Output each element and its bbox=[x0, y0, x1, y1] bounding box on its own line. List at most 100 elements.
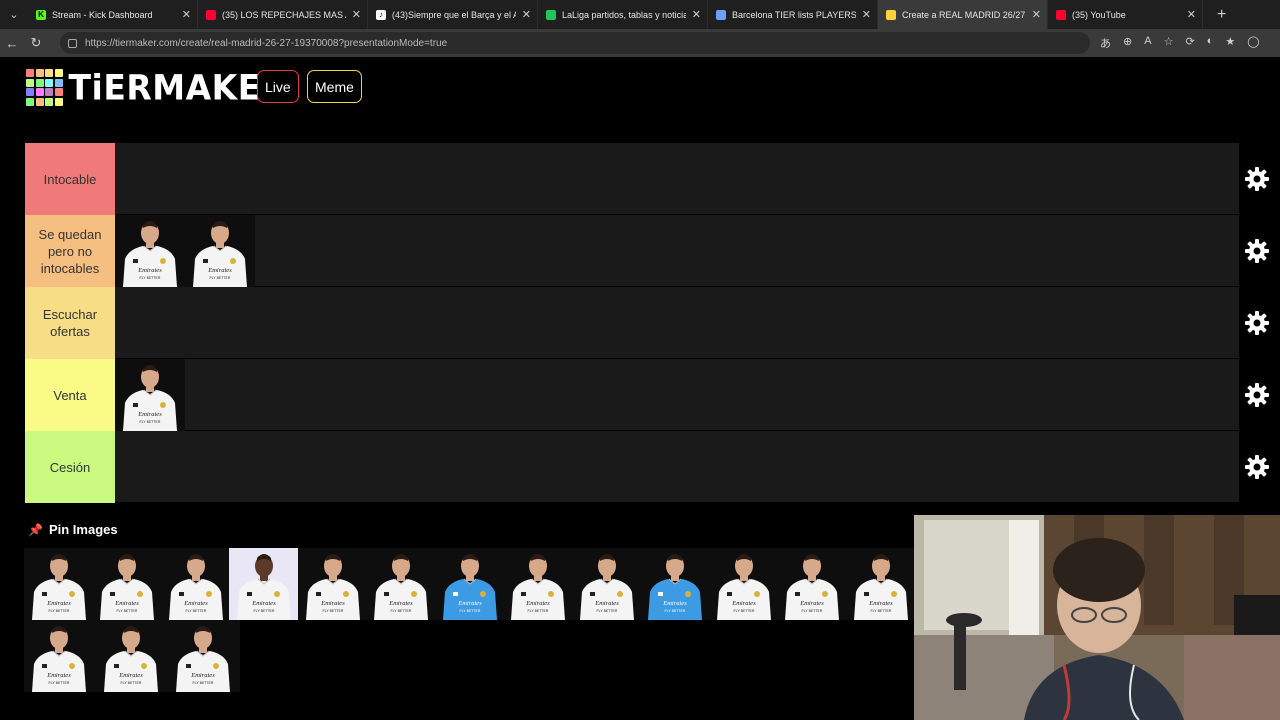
tier-row: Venta Emirates FLY BETTER bbox=[25, 359, 1239, 431]
close-tab-icon[interactable]: ✕ bbox=[182, 8, 191, 21]
close-tab-icon[interactable]: ✕ bbox=[352, 8, 361, 21]
tier-label[interactable]: Se quedan pero no intocables bbox=[25, 215, 115, 287]
close-tab-icon[interactable]: ✕ bbox=[1032, 8, 1041, 21]
browser-tab[interactable]: (35) YouTube ✕ bbox=[1048, 0, 1203, 29]
tier-settings-gear-icon[interactable] bbox=[1244, 166, 1270, 192]
tier-label[interactable]: Intocable bbox=[25, 143, 115, 215]
back-arrow-icon[interactable]: ← bbox=[0, 36, 24, 51]
pool-player-card[interactable]: Emirates FLY BETTER bbox=[160, 548, 230, 620]
close-tab-icon[interactable]: ✕ bbox=[692, 8, 701, 21]
pool-player-card[interactable]: Emirates FLY BETTER bbox=[168, 620, 240, 692]
live-button[interactable]: Live bbox=[257, 70, 299, 103]
tab-label: Create a REAL MADRID 26/27 Tie bbox=[902, 9, 1026, 20]
tab-favicon-icon: K bbox=[36, 9, 46, 20]
tab-search-chevron-icon[interactable]: ⌄ bbox=[0, 0, 28, 29]
svg-text:FLY BETTER: FLY BETTER bbox=[49, 609, 70, 613]
tier-drop-zone[interactable] bbox=[115, 431, 1239, 502]
tier-label[interactable]: Escuchar ofertas bbox=[25, 287, 115, 359]
tab-favicon-icon bbox=[716, 9, 726, 20]
pool-player-card[interactable]: Emirates FLY BETTER bbox=[229, 548, 298, 620]
browser-tab[interactable]: LaLiga partidos, tablas y noticias 2 ✕ bbox=[538, 0, 708, 29]
svg-text:FLY BETTER: FLY BETTER bbox=[210, 276, 231, 280]
tier-settings-gear-icon[interactable] bbox=[1244, 238, 1270, 264]
browser-tab[interactable]: Create a REAL MADRID 26/27 Tie ✕ bbox=[878, 0, 1048, 29]
pool-player-card[interactable]: Emirates FLY BETTER bbox=[845, 548, 914, 620]
extensions-icon[interactable]: ⟳ bbox=[1185, 35, 1194, 51]
pool-player-card[interactable]: Emirates FLY BETTER bbox=[297, 548, 367, 620]
tiermaker-logo[interactable]: TiERMAKER bbox=[26, 67, 287, 108]
pool-player-card[interactable]: Emirates FLY BETTER bbox=[503, 548, 572, 620]
tier-settings-gear-icon[interactable] bbox=[1244, 382, 1270, 408]
read-aloud-icon[interactable]: A bbox=[1144, 35, 1151, 51]
svg-text:Emirates: Emirates bbox=[46, 600, 71, 607]
tab-label: LaLiga partidos, tablas y noticias 2 bbox=[562, 9, 686, 20]
pool-player-card[interactable]: Emirates FLY BETTER bbox=[92, 548, 161, 620]
pool-player-card[interactable]: Emirates FLY BETTER bbox=[434, 548, 504, 620]
svg-text:Emirates: Emirates bbox=[389, 600, 414, 607]
address-bar[interactable]: https://tiermaker.com/create/real-madrid… bbox=[60, 32, 1090, 54]
favorites-icon[interactable]: ★ bbox=[1225, 35, 1235, 51]
pool-player-card[interactable]: Emirates FLY BETTER bbox=[571, 548, 641, 620]
translate-icon[interactable]: あ bbox=[1100, 35, 1111, 51]
tab-favicon-icon bbox=[206, 9, 216, 20]
tab-favicon-icon bbox=[1056, 9, 1066, 20]
svg-text:Emirates: Emirates bbox=[594, 600, 619, 607]
address-toolbar: ← ↻ https://tiermaker.com/create/real-ma… bbox=[0, 29, 1280, 57]
svg-text:Emirates: Emirates bbox=[868, 600, 893, 607]
logo-text: TiERMAKER bbox=[68, 67, 287, 108]
browser-tab-bar: ⌄ K Stream - Kick Dashboard ✕ (35) LOS REPE… bbox=[0, 0, 1280, 29]
svg-text:FLY BETTER: FLY BETTER bbox=[121, 681, 142, 685]
pool-player-card[interactable]: Emirates FLY BETTER bbox=[366, 548, 435, 620]
svg-text:Emirates: Emirates bbox=[137, 267, 162, 274]
profile-icon[interactable]: ◐ bbox=[1207, 35, 1214, 51]
tab-favicon-icon bbox=[886, 9, 896, 20]
favorite-star-icon[interactable]: ☆ bbox=[1164, 35, 1174, 51]
player-card[interactable]: Emirates FLY BETTER bbox=[185, 215, 255, 287]
tier-row: Cesión bbox=[25, 431, 1239, 503]
tier-settings-gear-icon[interactable] bbox=[1244, 454, 1270, 480]
tab-label: (35) YouTube bbox=[1072, 9, 1126, 20]
tier-drop-zone[interactable]: Emirates FLY BETTER Emirates FLY BETTER bbox=[115, 215, 1239, 287]
tier-label[interactable]: Venta bbox=[25, 359, 115, 431]
svg-text:Emirates: Emirates bbox=[137, 411, 162, 418]
close-tab-icon[interactable]: ✕ bbox=[862, 8, 871, 21]
pool-player-card[interactable]: Emirates FLY BETTER bbox=[96, 620, 168, 692]
close-tab-icon[interactable]: ✕ bbox=[1187, 8, 1196, 21]
pool-player-card[interactable]: Emirates FLY BETTER bbox=[24, 620, 96, 692]
tier-row: Se quedan pero no intocables Emirates FLY … bbox=[25, 215, 1239, 287]
player-card[interactable]: Emirates FLY BETTER bbox=[115, 215, 185, 287]
pin-images-toggle[interactable]: 📌 Pin Images bbox=[28, 522, 118, 537]
meme-button[interactable]: Meme bbox=[307, 70, 362, 103]
tier-drop-zone[interactable] bbox=[115, 143, 1239, 214]
tier-drop-zone[interactable]: Emirates FLY BETTER bbox=[115, 359, 1239, 431]
browser-tab[interactable]: (35) LOS REPECHAJES MAS AGON ✕ bbox=[198, 0, 368, 29]
tab-label: Stream - Kick Dashboard bbox=[52, 9, 153, 20]
svg-text:Emirates: Emirates bbox=[183, 600, 208, 607]
zoom-icon[interactable]: ⊕ bbox=[1123, 35, 1132, 51]
new-tab-plus-icon[interactable]: + bbox=[1217, 6, 1226, 24]
site-info-icon[interactable] bbox=[68, 38, 77, 48]
tier-settings-gear-icon[interactable] bbox=[1244, 310, 1270, 336]
svg-text:FLY BETTER: FLY BETTER bbox=[322, 609, 343, 613]
tab-favicon-icon bbox=[546, 9, 556, 20]
browser-tab[interactable]: ♪ (43)Siempre que el Barça y el Atle ✕ bbox=[368, 0, 538, 29]
tier-list: Intocable Se quedan pero no intocables Emi… bbox=[25, 143, 1239, 503]
reload-icon[interactable]: ↻ bbox=[24, 35, 48, 51]
pool-player-card[interactable]: Emirates FLY BETTER bbox=[777, 548, 846, 620]
svg-text:Emirates: Emirates bbox=[207, 267, 232, 274]
svg-text:FLY BETTER: FLY BETTER bbox=[733, 609, 754, 613]
svg-text:FLY BETTER: FLY BETTER bbox=[49, 681, 70, 685]
svg-text:FLY BETTER: FLY BETTER bbox=[528, 609, 549, 613]
tier-drop-zone[interactable] bbox=[115, 287, 1239, 358]
pool-player-card[interactable]: Emirates FLY BETTER bbox=[708, 548, 778, 620]
player-card[interactable]: Emirates FLY BETTER bbox=[115, 359, 185, 431]
pool-player-card[interactable]: Emirates FLY BETTER bbox=[24, 548, 93, 620]
browser-tab[interactable]: K Stream - Kick Dashboard ✕ bbox=[28, 0, 198, 29]
svg-text:Emirates: Emirates bbox=[731, 600, 756, 607]
browser-tab[interactable]: Barcelona TIER lists PLAYERS 25/2 ✕ bbox=[708, 0, 878, 29]
close-tab-icon[interactable]: ✕ bbox=[522, 8, 531, 21]
copilot-icon[interactable]: ◯ bbox=[1247, 35, 1259, 51]
svg-text:Emirates: Emirates bbox=[662, 600, 687, 607]
tier-label[interactable]: Cesión bbox=[25, 431, 115, 503]
pool-player-card[interactable]: Emirates FLY BETTER bbox=[640, 548, 709, 620]
